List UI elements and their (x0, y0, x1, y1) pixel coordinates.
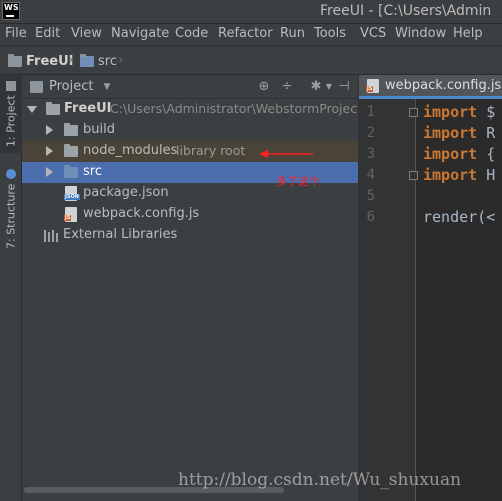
annotation-arrow-icon (259, 150, 313, 158)
chevron-right-icon: › (68, 52, 74, 68)
menu-file[interactable]: File (5, 26, 27, 41)
code-line[interactable]: import { (423, 145, 495, 163)
editor-tab-label: webpack.config.js (385, 78, 502, 93)
editor-tab-webpack-config[interactable]: JS webpack.config.js (359, 75, 502, 99)
folder-icon (64, 144, 78, 157)
expand-arrow-icon[interactable] (46, 125, 53, 135)
code-line[interactable]: import $ (423, 103, 495, 121)
tree-item-label: package.json (83, 185, 169, 200)
title-bar: WS FreeUI - [C:\Users\Admin (0, 0, 502, 24)
breadcrumb-item-src[interactable]: src (80, 52, 117, 70)
chevron-down-icon[interactable]: ▼ (321, 79, 337, 95)
expand-arrow-icon[interactable] (46, 146, 53, 156)
editor-tab-bar: JS webpack.config.js (359, 75, 502, 99)
breadcrumb-label: src (98, 53, 117, 69)
project-icon (30, 80, 43, 93)
tree-item-path: C:\Users\Administrator\WebstormProjects\ (110, 101, 373, 116)
folder-icon (46, 102, 60, 115)
menu-edit[interactable]: Edit (35, 26, 60, 41)
breadcrumb-item-freeui[interactable]: FreeUI (8, 52, 74, 70)
menu-view[interactable]: View (71, 26, 102, 41)
annotation-text: 多了这个 (276, 175, 320, 188)
tool-tab-label: 7: Structure (4, 183, 18, 249)
folder-icon (8, 53, 22, 67)
js-file-icon: JS (366, 78, 379, 93)
structure-icon (6, 169, 16, 180)
project-panel: Project ▼ ⊕ ÷ ✱ ▼ ⊣ FreeUI C:\Users\Admi… (22, 75, 373, 501)
line-number: 1 (366, 104, 375, 120)
webstorm-logo-icon: WS (2, 2, 20, 20)
folder-icon (64, 165, 78, 178)
hide-icon[interactable]: ⊣ (336, 79, 352, 95)
tree-item-build[interactable]: build (22, 120, 358, 141)
folder-icon (80, 53, 94, 67)
project-view-selector[interactable]: Project ▼ (30, 79, 110, 94)
left-tool-strip: 1: Project 7: Structure (0, 75, 22, 501)
line-number: 6 (366, 209, 375, 225)
fold-marker-icon[interactable] (409, 171, 418, 180)
menu-bar: File Edit View Navigate Code Refactor Ru… (0, 24, 502, 45)
tree-item-label: src (83, 164, 102, 179)
line-number: 2 (366, 125, 375, 141)
tree-item-label: External Libraries (63, 227, 178, 242)
line-number: 5 (366, 188, 375, 204)
menu-window[interactable]: Window (395, 26, 446, 41)
project-icon (6, 81, 16, 92)
collapse-icon[interactable]: ÷ (279, 79, 295, 95)
code-line[interactable]: import R (423, 124, 495, 142)
editor-gutter: 1 2 3 4 5 6 (359, 99, 418, 501)
js-file-icon: JS (64, 207, 77, 222)
expand-arrow-icon[interactable] (46, 167, 53, 177)
tree-item-freeui[interactable]: FreeUI C:\Users\Administrator\WebstormPr… (22, 99, 373, 120)
tree-item-external-libraries[interactable]: External Libraries (22, 225, 358, 246)
tree-item-label: FreeUI (64, 101, 112, 116)
library-icon (44, 230, 58, 242)
menu-vcs[interactable]: VCS (360, 26, 386, 41)
tool-tab-label: 1: Project (4, 95, 18, 147)
menu-code[interactable]: Code (175, 26, 208, 41)
breadcrumb: FreeUI › src › (0, 45, 502, 75)
logo-text: WS (4, 3, 19, 12)
code-line[interactable]: render(< (423, 208, 495, 226)
globe-icon[interactable]: ⊕ (256, 79, 272, 95)
menu-tools[interactable]: Tools (314, 26, 346, 41)
menu-refactor[interactable]: Refactor (218, 26, 273, 41)
folder-icon (64, 123, 78, 136)
menu-run[interactable]: Run (280, 26, 305, 41)
editor-area: JS webpack.config.js 1 2 3 4 5 6 import … (358, 75, 502, 501)
expand-arrow-icon[interactable] (27, 106, 37, 113)
tree-item-label: node_modules (83, 143, 178, 158)
project-view-label: Project (49, 79, 94, 94)
tool-tab-structure[interactable]: 7: Structure (0, 165, 22, 253)
project-panel-header: Project ▼ ⊕ ÷ ✱ ▼ ⊣ (22, 75, 358, 99)
fold-marker-icon[interactable] (409, 108, 418, 117)
tree-item-label: build (83, 122, 115, 137)
tree-item-webpack-config[interactable]: JS webpack.config.js (22, 204, 358, 225)
menu-help[interactable]: Help (453, 26, 483, 41)
json-file-icon: JSON (64, 186, 80, 201)
library-root-hint: library root (176, 143, 246, 158)
watermark-text: http://blog.csdn.net/Wu_shuxuan (178, 470, 462, 490)
line-number: 4 (366, 167, 375, 183)
menu-navigate[interactable]: Navigate (111, 26, 169, 41)
window-title: FreeUI - [C:\Users\Admin (320, 3, 492, 19)
chevron-down-icon: ▼ (103, 81, 111, 92)
tree-item-label: webpack.config.js (83, 206, 200, 221)
breadcrumb-label: FreeUI (26, 53, 74, 69)
line-number: 3 (366, 146, 375, 162)
chevron-right-icon: › (118, 52, 124, 68)
code-line[interactable]: import H (423, 166, 495, 184)
tool-tab-project[interactable]: 1: Project (0, 75, 22, 153)
